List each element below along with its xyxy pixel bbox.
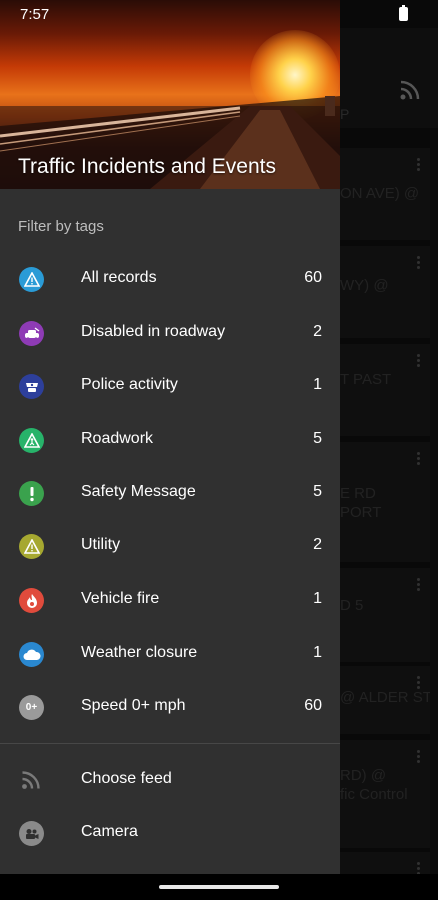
- drawer-header: Traffic Incidents and Events: [0, 0, 340, 189]
- cloud-icon: [19, 642, 44, 667]
- camera-icon: [19, 821, 44, 846]
- tag-item-police-activity[interactable]: Police activity 1: [0, 360, 340, 413]
- police-badge-icon: [19, 374, 44, 399]
- tag-count: 60: [304, 269, 322, 286]
- tag-item-safety-message[interactable]: Safety Message 5: [0, 467, 340, 520]
- choose-feed-label: Choose feed: [81, 770, 172, 787]
- status-time: 7:57: [20, 6, 50, 23]
- drawer-title: Traffic Incidents and Events: [18, 155, 276, 178]
- warning-triangle-icon: [19, 267, 44, 292]
- tag-item-utility[interactable]: Utility 2: [0, 520, 340, 573]
- tag-count: 1: [313, 644, 322, 661]
- speed-icon: 0+: [19, 695, 44, 720]
- exclamation-icon: [19, 481, 44, 506]
- drawer-divider: [0, 743, 340, 744]
- tag-count: 5: [313, 430, 322, 447]
- tag-count: 5: [313, 483, 322, 500]
- tag-count: 2: [313, 536, 322, 553]
- tag-label: Disabled in roadway: [81, 323, 226, 340]
- disabled-car-icon: [19, 321, 44, 346]
- utility-warning-icon: [19, 534, 44, 559]
- rss-icon: [22, 771, 40, 789]
- camera-label: Camera: [81, 823, 138, 840]
- tag-label: Weather closure: [81, 644, 198, 661]
- gesture-nav-bar: [0, 874, 438, 900]
- home-gesture-handle[interactable]: [159, 885, 279, 889]
- tag-count: 60: [304, 697, 322, 714]
- vehicle-fire-icon: [19, 588, 44, 613]
- tag-item-vehicle-fire[interactable]: Vehicle fire 1: [0, 574, 340, 627]
- tag-item-all-records[interactable]: All records 60: [0, 253, 340, 306]
- tag-label: Police activity: [81, 376, 178, 393]
- tag-item-weather-closure[interactable]: Weather closure 1: [0, 628, 340, 681]
- tag-item-roadwork[interactable]: Roadwork 5: [0, 414, 340, 467]
- camera-item[interactable]: Camera: [0, 807, 340, 860]
- tag-label: Utility: [81, 536, 121, 553]
- tag-count: 1: [313, 376, 322, 393]
- tag-label: Safety Message: [81, 483, 196, 500]
- tag-label: Speed 0+ mph: [81, 697, 186, 714]
- tag-label: Roadwork: [81, 430, 154, 447]
- tag-item-speed[interactable]: 0+ Speed 0+ mph 60: [0, 681, 340, 734]
- battery-icon: [399, 5, 408, 21]
- filter-section-label: Filter by tags: [18, 218, 104, 235]
- tag-item-disabled-in-roadway[interactable]: Disabled in roadway 2: [0, 307, 340, 360]
- tag-label: Vehicle fire: [81, 590, 160, 607]
- status-bar: 7:57: [0, 0, 438, 28]
- tag-label: All records: [81, 269, 157, 286]
- navigation-drawer: Traffic Incidents and Events Filter by t…: [0, 0, 340, 874]
- tag-count: 1: [313, 590, 322, 607]
- tag-count: 2: [313, 323, 322, 340]
- roadwork-icon: [19, 428, 44, 453]
- choose-feed-item[interactable]: Choose feed: [0, 754, 340, 807]
